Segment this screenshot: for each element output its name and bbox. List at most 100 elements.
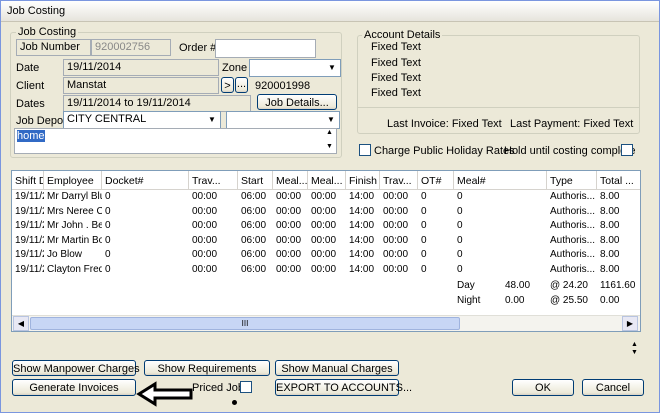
- hold-until-costing-checkbox[interactable]: [621, 144, 633, 156]
- chevron-up-icon[interactable]: ▲: [631, 341, 638, 348]
- table-cell[interactable]: 14:00: [346, 206, 380, 220]
- table-cell[interactable]: Authoris...: [547, 220, 597, 234]
- table-cell[interactable]: 00:00: [308, 249, 346, 263]
- generate-invoices-button[interactable]: Generate Invoices: [12, 379, 136, 396]
- table-cell[interactable]: 0: [418, 249, 454, 263]
- scroll-thumb[interactable]: III: [30, 317, 460, 330]
- table-cell[interactable]: 8.00: [597, 206, 640, 220]
- table-cell[interactable]: 19/11/2014: [12, 249, 44, 263]
- table-cell[interactable]: 00:00: [308, 235, 346, 249]
- table-cell[interactable]: Mr Martin Boyd-M...: [44, 235, 102, 249]
- table-cell[interactable]: 19/11/2014: [12, 235, 44, 249]
- table-cell[interactable]: 06:00: [238, 191, 273, 205]
- table-cell[interactable]: 14:00: [346, 191, 380, 205]
- chevron-down-icon[interactable]: ▼: [631, 349, 638, 356]
- column-header[interactable]: Meal...: [273, 171, 308, 190]
- order-input[interactable]: [215, 39, 316, 58]
- table-cell[interactable]: 8.00: [597, 249, 640, 263]
- column-header[interactable]: Meal#: [454, 171, 547, 190]
- export-accounts-button[interactable]: EXPORT TO ACCOUNTS...: [275, 379, 412, 396]
- table-cell[interactable]: 0: [418, 235, 454, 249]
- table-cell[interactable]: 0: [102, 206, 189, 220]
- column-header[interactable]: Shift Date: [12, 171, 44, 190]
- table-cell[interactable]: Authoris...: [547, 249, 597, 263]
- table-cell[interactable]: 0: [102, 249, 189, 263]
- table-cell[interactable]: 8.00: [597, 264, 640, 278]
- table-cell[interactable]: 0: [454, 264, 547, 278]
- table-cell[interactable]: 00:00: [273, 264, 308, 278]
- table-cell[interactable]: 06:00: [238, 220, 273, 234]
- table-cell[interactable]: Mrs Neree Ceder...: [44, 206, 102, 220]
- job-depot-secondary-select[interactable]: ▼: [226, 111, 340, 129]
- column-header[interactable]: Meal...: [308, 171, 346, 190]
- table-cell[interactable]: 06:00: [238, 206, 273, 220]
- table-cell[interactable]: 0: [454, 249, 547, 263]
- table-cell[interactable]: 19/11/2014: [12, 264, 44, 278]
- table-cell[interactable]: 19/11/2014: [12, 206, 44, 220]
- table-cell[interactable]: 0: [418, 206, 454, 220]
- client-go-button[interactable]: >: [221, 77, 234, 93]
- table-cell[interactable]: Authoris...: [547, 235, 597, 249]
- table-cell[interactable]: 00:00: [273, 220, 308, 234]
- table-cell[interactable]: 00:00: [380, 235, 418, 249]
- table-cell[interactable]: 00:00: [273, 235, 308, 249]
- column-header[interactable]: Trav...: [380, 171, 418, 190]
- table-cell[interactable]: 06:00: [238, 249, 273, 263]
- table-cell[interactable]: Authoris...: [547, 191, 597, 205]
- column-header[interactable]: OT#: [418, 171, 454, 190]
- column-header[interactable]: Total ...: [597, 171, 640, 190]
- column-header[interactable]: Employee: [44, 171, 102, 190]
- show-manpower-button[interactable]: Show Manpower Charges: [12, 360, 140, 376]
- scroll-right-icon[interactable]: ▶: [622, 316, 638, 331]
- column-header[interactable]: Type: [547, 171, 597, 190]
- table-cell[interactable]: Mr Darryl Blucher: [44, 191, 102, 205]
- table-cell[interactable]: Authoris...: [547, 206, 597, 220]
- table-cell[interactable]: 14:00: [346, 249, 380, 263]
- charge-public-holiday-checkbox[interactable]: [359, 144, 371, 156]
- chevron-down-icon[interactable]: ▼: [326, 143, 333, 150]
- table-cell[interactable]: Jo Blow: [44, 249, 102, 263]
- table-cell[interactable]: 00:00: [380, 206, 418, 220]
- table-cell[interactable]: 00:00: [308, 191, 346, 205]
- client-browse-button[interactable]: ...: [235, 77, 248, 93]
- table-cell[interactable]: 0: [454, 220, 547, 234]
- column-header[interactable]: Trav...: [189, 171, 238, 190]
- table-cell[interactable]: 00:00: [273, 249, 308, 263]
- table-cell[interactable]: 0: [418, 220, 454, 234]
- table-cell[interactable]: 0: [454, 191, 547, 205]
- column-header[interactable]: Start: [238, 171, 273, 190]
- job-details-button[interactable]: Job Details...: [257, 94, 337, 110]
- table-cell[interactable]: Mr John . Beadle: [44, 220, 102, 234]
- table-cell[interactable]: 0: [418, 264, 454, 278]
- column-header[interactable]: Docket#: [102, 171, 189, 190]
- table-cell[interactable]: 00:00: [273, 206, 308, 220]
- table-cell[interactable]: 14:00: [346, 264, 380, 278]
- table-cell[interactable]: 00:00: [189, 264, 238, 278]
- priced-job-checkbox[interactable]: [240, 381, 252, 393]
- table-cell[interactable]: 06:00: [238, 264, 273, 278]
- table-cell[interactable]: 00:00: [189, 206, 238, 220]
- table-cell[interactable]: 00:00: [380, 264, 418, 278]
- table-cell[interactable]: 19/11/2014: [12, 220, 44, 234]
- table-cell[interactable]: 8.00: [597, 235, 640, 249]
- table-cell[interactable]: 00:00: [273, 191, 308, 205]
- scroll-left-icon[interactable]: ◀: [13, 316, 29, 331]
- horizontal-scrollbar[interactable]: ◀ III ▶: [12, 315, 640, 331]
- table-cell[interactable]: 0: [418, 191, 454, 205]
- table-cell[interactable]: 0: [102, 220, 189, 234]
- table-cell[interactable]: 00:00: [380, 249, 418, 263]
- table-cell[interactable]: 06:00: [238, 235, 273, 249]
- table-cell[interactable]: 00:00: [380, 220, 418, 234]
- table-cell[interactable]: 0: [102, 191, 189, 205]
- table-cell[interactable]: 0: [102, 235, 189, 249]
- table-cell[interactable]: 0: [454, 235, 547, 249]
- table-cell[interactable]: 00:00: [308, 206, 346, 220]
- table-cell[interactable]: 00:00: [189, 249, 238, 263]
- table-cell[interactable]: Clayton Fredericks: [44, 264, 102, 278]
- table-cell[interactable]: 19/11/2014: [12, 191, 44, 205]
- ok-button[interactable]: OK: [512, 379, 574, 396]
- table-cell[interactable]: 14:00: [346, 235, 380, 249]
- table-cell[interactable]: 0: [454, 206, 547, 220]
- table-cell[interactable]: 00:00: [189, 191, 238, 205]
- table-cell[interactable]: 14:00: [346, 220, 380, 234]
